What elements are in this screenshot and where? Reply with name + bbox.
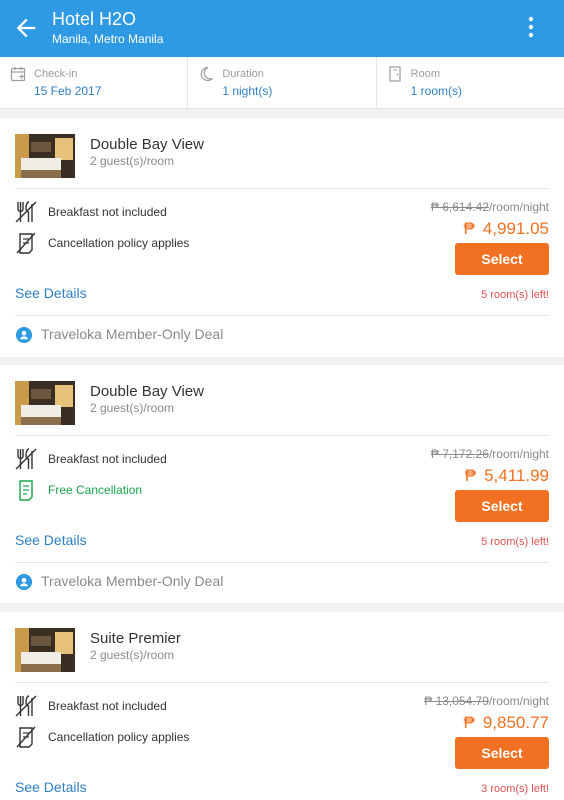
- rooms-left-text: 5 room(s) left!: [481, 289, 549, 301]
- more-vertical-icon[interactable]: [528, 16, 534, 38]
- room-label: Room: [410, 68, 440, 80]
- room-name: Suite Premier: [90, 630, 181, 647]
- room-card: Double Bay View 2 guest(s)/room Breakfas…: [0, 118, 564, 357]
- checkin-label: Check-in: [34, 68, 78, 80]
- see-details-link[interactable]: See Details: [15, 532, 87, 548]
- divider: [15, 188, 549, 189]
- divider: [15, 562, 549, 563]
- select-button[interactable]: Select: [455, 243, 549, 275]
- rooms-left-text: 3 room(s) left!: [481, 783, 549, 795]
- cancellation-policy-icon: [16, 726, 36, 748]
- currency-symbol: ₱: [464, 466, 477, 485]
- original-price-value: ₱ 7,172.26: [430, 447, 489, 461]
- arrow-left-icon[interactable]: [12, 14, 40, 42]
- feature-text: Breakfast not included: [48, 452, 167, 466]
- discounted-price-value: 5,411.99: [484, 466, 549, 485]
- room-field[interactable]: Room 1 room(s): [377, 57, 564, 108]
- app-bar: Hotel H2O Manila, Metro Manila: [0, 0, 564, 57]
- room-guests: 2 guest(s)/room: [90, 648, 175, 662]
- member-icon: [16, 574, 32, 590]
- original-price-value: ₱ 6,614.42: [430, 200, 489, 214]
- member-deal-text: Traveloka Member-Only Deal: [41, 326, 224, 342]
- currency-symbol: ₱: [463, 219, 475, 238]
- select-button[interactable]: Select: [455, 737, 549, 769]
- room-card: Double Bay View 2 guest(s)/room Breakfas…: [0, 365, 564, 603]
- no-breakfast-icon: [15, 201, 37, 223]
- see-details-link[interactable]: See Details: [15, 285, 87, 301]
- feature-text: Cancellation policy applies: [48, 730, 190, 744]
- discounted-price-value: 4,991.05: [482, 219, 549, 238]
- price-unit: /room/night: [488, 694, 549, 708]
- cancellation-policy-icon: [16, 232, 36, 254]
- feature-text: Breakfast not included: [48, 699, 167, 713]
- feature-text: Cancellation policy applies: [48, 236, 190, 250]
- discounted-price-value: 9,850.77: [482, 713, 549, 732]
- discounted-price: ₱ 9,850.77: [463, 713, 549, 733]
- hotel-location: Manila, Metro Manila: [52, 32, 164, 46]
- divider: [15, 682, 549, 683]
- hotel-title: Hotel H2O: [52, 9, 137, 29]
- duration-field[interactable]: Duration 1 night(s): [188, 57, 377, 108]
- room-name: Double Bay View: [90, 136, 204, 153]
- original-price-value: ₱ 13,054.79: [424, 694, 489, 708]
- original-price: ₱ 6,614.42/room/night: [431, 200, 549, 214]
- duration-label: Duration: [222, 68, 264, 80]
- discounted-price: ₱ 5,411.99: [465, 466, 549, 486]
- checkin-field[interactable]: Check-in 15 Feb 2017: [0, 57, 189, 108]
- room-guests: 2 guest(s)/room: [90, 154, 175, 168]
- no-breakfast-icon: [15, 448, 37, 470]
- door-icon: [389, 66, 401, 82]
- moon-icon: [201, 66, 214, 82]
- feature-text: Breakfast not included: [48, 205, 167, 219]
- see-details-link[interactable]: See Details: [15, 779, 87, 795]
- discounted-price: ₱ 4,991.05: [463, 219, 549, 239]
- original-price: ₱ 13,054.79/room/night: [424, 694, 549, 708]
- currency-symbol: ₱: [463, 713, 475, 732]
- select-button[interactable]: Select: [455, 490, 549, 522]
- room-value: 1 room(s): [410, 84, 462, 98]
- room-photo[interactable]: [15, 134, 75, 178]
- booking-summary: Check-in 15 Feb 2017 Duration 1 night(s)…: [0, 57, 564, 109]
- room-name: Double Bay View: [90, 383, 204, 400]
- price-unit: /room/night: [488, 200, 549, 214]
- member-deal-text: Traveloka Member-Only Deal: [41, 573, 224, 589]
- rooms-left-text: 5 room(s) left!: [481, 536, 549, 548]
- divider: [15, 435, 549, 436]
- calendar-icon: [10, 67, 26, 82]
- price-unit: /room/night: [488, 447, 549, 461]
- room-guests: 2 guest(s)/room: [90, 401, 175, 415]
- room-card: Suite Premier 2 guest(s)/room Breakfast …: [0, 612, 564, 800]
- free-cancellation-icon: [19, 480, 33, 501]
- room-photo[interactable]: [15, 381, 75, 425]
- duration-value: 1 night(s): [222, 84, 273, 98]
- no-breakfast-icon: [15, 695, 37, 717]
- member-icon: [16, 327, 32, 343]
- checkin-value: 15 Feb 2017: [34, 84, 102, 98]
- divider: [15, 315, 549, 316]
- original-price: ₱ 7,172.26/room/night: [431, 447, 549, 461]
- feature-text: Free Cancellation: [48, 483, 143, 497]
- room-photo[interactable]: [15, 628, 75, 672]
